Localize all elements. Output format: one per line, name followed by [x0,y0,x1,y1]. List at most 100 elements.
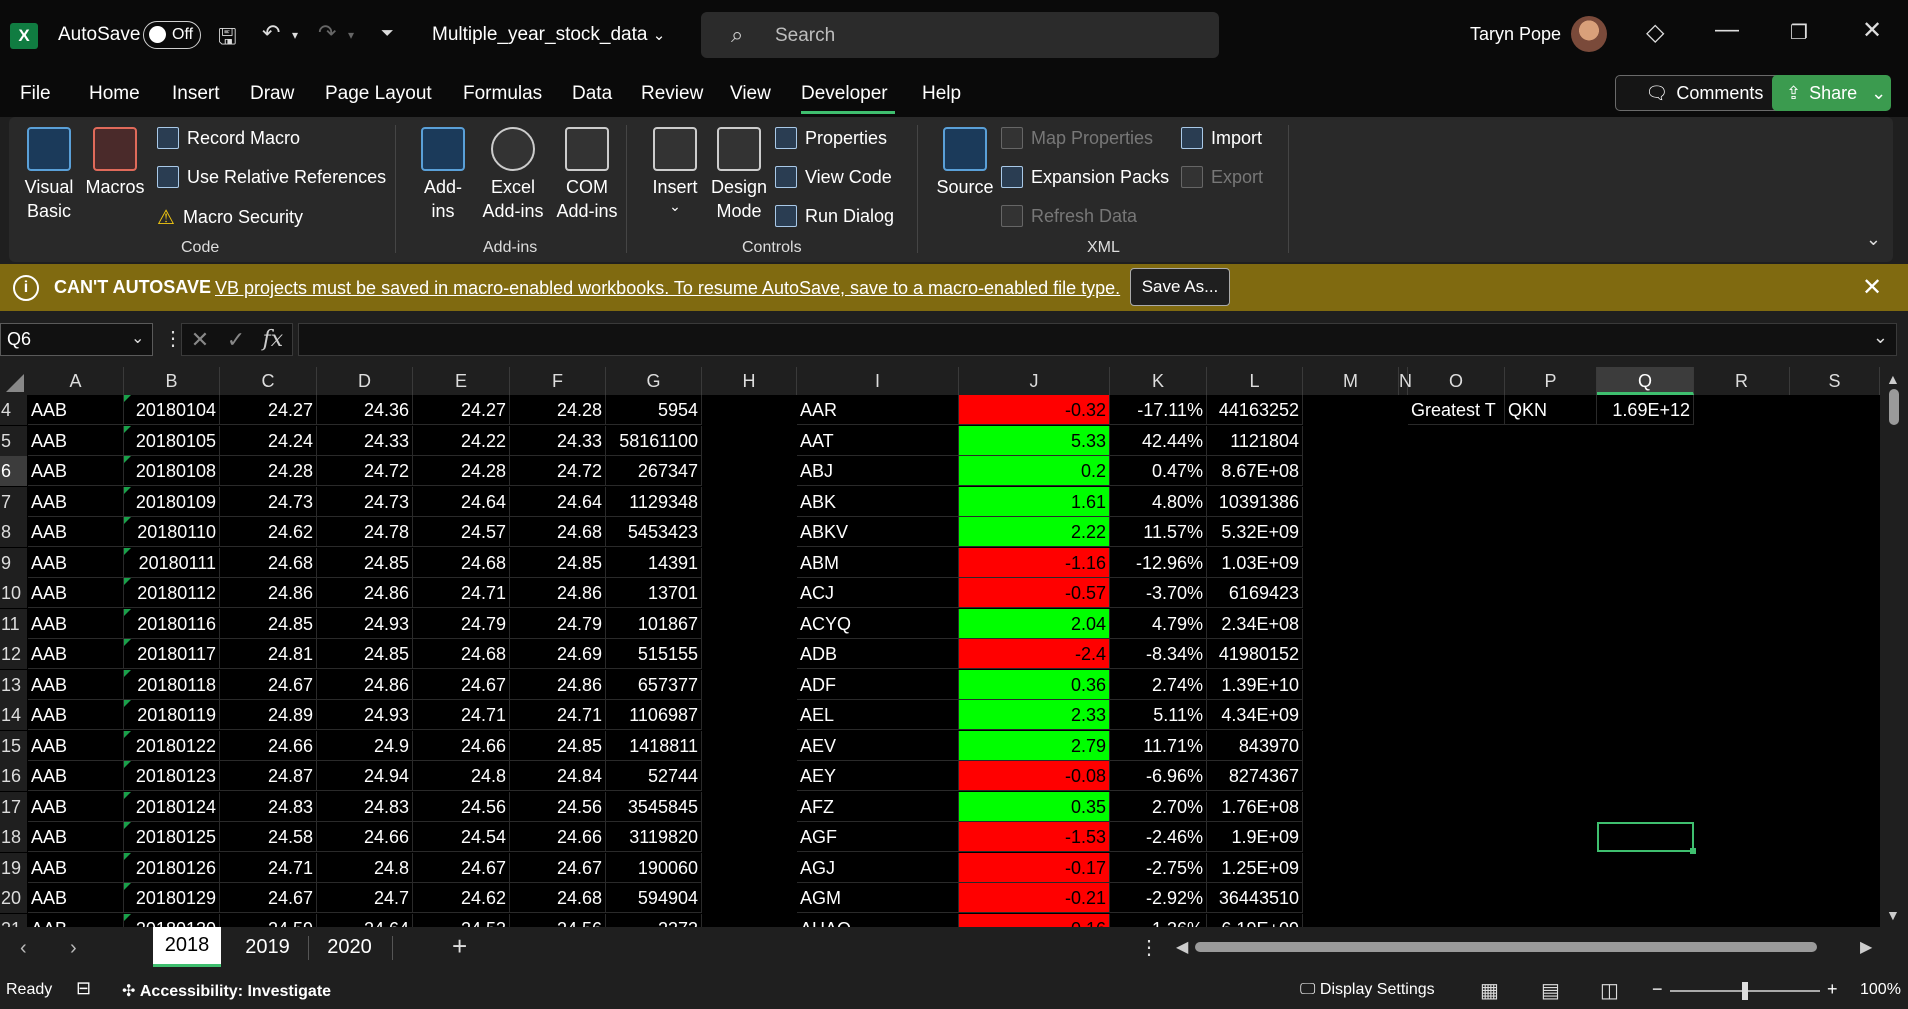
message-link[interactable]: VB projects must be saved in macro-enabl… [215,278,1120,299]
cell-f16[interactable]: 24.84 [510,761,606,791]
cell-k16[interactable]: -6.96% [1110,761,1207,791]
row-header[interactable]: 8 [0,517,27,547]
excel-addins-button[interactable]: Excel Add-ins [475,127,551,223]
cell-g16[interactable]: 52744 [606,761,702,791]
column-header-k[interactable]: K [1110,367,1207,395]
avatar[interactable] [1571,16,1607,52]
source-button[interactable]: Source [933,127,997,199]
row-header[interactable]: 17 [0,791,27,822]
macro-recording-icon[interactable]: ⊟ [76,978,91,999]
menu-view[interactable]: View [730,83,771,105]
cell-c6[interactable]: 24.28 [220,456,317,486]
cell-e6[interactable]: 24.28 [413,456,510,486]
cell-b16[interactable]: 20180123 [124,761,220,791]
cell-f12[interactable]: 24.69 [510,639,606,669]
more-options-icon[interactable]: ⋮ [163,326,183,351]
cell-k7[interactable]: 4.80% [1110,486,1207,517]
cell-f18[interactable]: 24.66 [510,822,606,852]
zoom-level[interactable]: 100% [1860,981,1901,999]
column-header-n[interactable]: N [1399,367,1412,395]
cell-d15[interactable]: 24.9 [317,730,413,761]
row-header[interactable]: 12 [0,639,27,669]
cell-b21[interactable]: 20180130 [124,913,220,927]
chevron-down-icon[interactable]: ⌄ [131,328,144,348]
cell-g19[interactable]: 190060 [606,852,702,883]
cell-l4[interactable]: 44163252 [1207,395,1303,425]
vertical-scrollbar[interactable]: ▲ ▼ [1880,367,1908,927]
cell-f19[interactable]: 24.67 [510,852,606,883]
cell-i7[interactable]: ABK [797,486,959,517]
cell-i11[interactable]: ACYQ [797,608,959,639]
cell-d8[interactable]: 24.78 [317,517,413,547]
close-icon[interactable]: ✕ [1862,273,1882,302]
cell-k10[interactable]: -3.70% [1110,578,1207,608]
cell-a13[interactable]: AAB [28,669,124,700]
menu-page-layout[interactable]: Page Layout [325,83,432,105]
column-header-d[interactable]: D [317,367,413,395]
cell-l13[interactable]: 1.39E+10 [1207,669,1303,700]
cell-a20[interactable]: AAB [28,883,124,913]
cell-d12[interactable]: 24.85 [317,639,413,669]
cell-q4[interactable]: 1.69E+12 [1597,395,1694,425]
cell-l21[interactable]: 6.19E+09 [1207,913,1303,927]
cell-c19[interactable]: 24.71 [220,852,317,883]
menu-file[interactable]: File [20,83,51,105]
cell-k19[interactable]: -2.75% [1110,852,1207,883]
cell-j13[interactable]: 0.36 [959,669,1110,700]
row-header[interactable]: 15 [0,730,27,761]
cell-a17[interactable]: AAB [28,791,124,822]
cell-k20[interactable]: -2.92% [1110,883,1207,913]
cell-e20[interactable]: 24.62 [413,883,510,913]
cell-e12[interactable]: 24.68 [413,639,510,669]
minimize-icon[interactable]: — [1707,16,1747,44]
run-dialog-button[interactable]: Run Dialog [775,205,894,227]
save-as-button[interactable]: Save As... [1130,268,1230,306]
cell-l10[interactable]: 6169423 [1207,578,1303,608]
cell-g11[interactable]: 101867 [606,608,702,639]
cell-c18[interactable]: 24.58 [220,822,317,852]
cell-i4[interactable]: AAR [797,395,959,425]
more-options-icon[interactable]: ⋮ [1139,935,1159,960]
column-header-g[interactable]: G [606,367,702,395]
column-header-m[interactable]: M [1303,367,1399,395]
ribbon-expand-icon[interactable]: ⌄ [1866,229,1881,250]
menu-home[interactable]: Home [89,83,140,105]
column-header-i[interactable]: I [797,367,959,395]
cell-l20[interactable]: 36443510 [1207,883,1303,913]
insert-function-icon[interactable]: fx [263,327,284,352]
enter-icon[interactable]: ✓ [227,327,245,353]
cell-k14[interactable]: 5.11% [1110,700,1207,730]
cell-j10[interactable]: -0.57 [959,578,1110,608]
cell-e14[interactable]: 24.71 [413,700,510,730]
cell-j19[interactable]: -0.17 [959,852,1110,883]
share-button[interactable]: ⇪ Share ⌄ [1772,75,1891,111]
cell-d10[interactable]: 24.86 [317,578,413,608]
cell-c15[interactable]: 24.66 [220,730,317,761]
cell-k4[interactable]: -17.11% [1110,395,1207,425]
cell-f4[interactable]: 24.28 [510,395,606,425]
cell-d4[interactable]: 24.36 [317,395,413,425]
cell-i8[interactable]: ABKV [797,517,959,547]
cell-c17[interactable]: 24.83 [220,791,317,822]
cell-j6[interactable]: 0.2 [959,456,1110,486]
cell-a18[interactable]: AAB [28,822,124,852]
cell-j18[interactable]: -1.53 [959,822,1110,852]
cell-e4[interactable]: 24.27 [413,395,510,425]
cell-a9[interactable]: AAB [28,547,124,578]
cell-i18[interactable]: AGF [797,822,959,852]
file-name[interactable]: Multiple_year_stock_data ⌄ [432,24,665,46]
menu-developer[interactable]: Developer [801,83,888,105]
cell-e10[interactable]: 24.71 [413,578,510,608]
page-break-view-icon[interactable]: ◫ [1600,978,1619,1003]
cell-l6[interactable]: 8.67E+08 [1207,456,1303,486]
cell-f13[interactable]: 24.86 [510,669,606,700]
cell-k18[interactable]: -2.46% [1110,822,1207,852]
column-header-a[interactable]: A [28,367,124,395]
cell-c12[interactable]: 24.81 [220,639,317,669]
visual-basic-button[interactable]: Visual Basic [17,127,81,223]
cell-g14[interactable]: 1106987 [606,700,702,730]
cell-g20[interactable]: 594904 [606,883,702,913]
previous-sheet-icon[interactable]: ‹ [20,937,27,960]
cell-l7[interactable]: 10391386 [1207,486,1303,517]
cell-e5[interactable]: 24.22 [413,425,510,456]
